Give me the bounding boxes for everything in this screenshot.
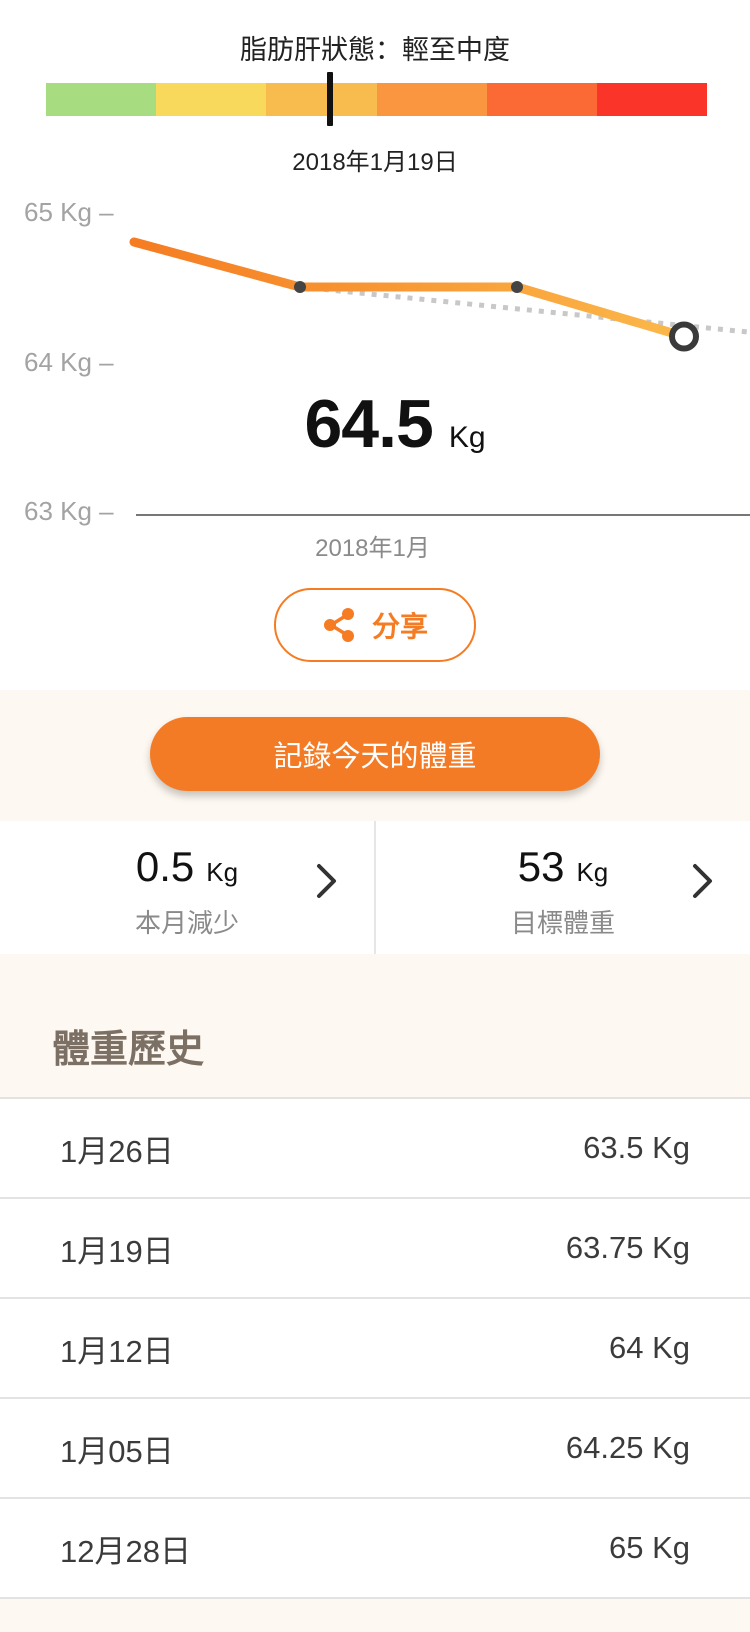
- data-point: [294, 281, 306, 293]
- scale-segment-5: [486, 83, 597, 116]
- history-weight: 63.5 Kg: [583, 1130, 690, 1165]
- current-weight-value: 64.5: [304, 386, 433, 462]
- x-axis-label: 2018年1月: [315, 535, 430, 562]
- month-loss-card[interactable]: 0.5 Kg 本月減少: [0, 821, 374, 954]
- scale-segment-3: [266, 83, 377, 116]
- share-icon: [323, 608, 354, 642]
- history-weight: 64 Kg: [608, 1330, 690, 1365]
- history-row[interactable]: 1月26日 63.5 Kg: [0, 1099, 750, 1199]
- history-weight: 65 Kg: [608, 1530, 690, 1565]
- history-row[interactable]: 1月12日 64 Kg: [0, 1299, 750, 1399]
- scale-segment-2: [156, 83, 267, 116]
- y-tick-64: 64 Kg –: [24, 347, 114, 377]
- history-title: 體重歷史: [52, 1029, 205, 1071]
- history-row[interactable]: 1月19日 63.75 Kg: [0, 1199, 750, 1299]
- history-row[interactable]: 1月05日 64.25 Kg: [0, 1399, 750, 1499]
- scale-segment-1: [46, 83, 157, 116]
- history-date: 12月28日: [60, 1533, 191, 1569]
- y-tick-63: 63 Kg –: [24, 496, 114, 526]
- history-weight: 64.25 Kg: [565, 1430, 690, 1465]
- chevron-right-icon: [693, 864, 712, 898]
- history-date: 1月05日: [60, 1433, 174, 1469]
- weight-series-line: [129, 237, 689, 341]
- data-point: [511, 281, 523, 293]
- scale-marker: [327, 72, 334, 126]
- chevron-right-icon: [317, 864, 336, 898]
- weight-history-list: 1月26日 63.5 Kg 1月19日 63.75 Kg 1月12日 64 Kg…: [0, 1097, 750, 1599]
- top-panel: 脂肪肝狀態：輕至中度 2018年1月19日 65 Kg – 64 Kg – 63…: [0, 0, 750, 690]
- target-weight-label: 目標體重: [510, 908, 615, 938]
- month-loss-unit: Kg: [206, 857, 239, 887]
- share-label: 分享: [371, 611, 428, 642]
- record-weight-button[interactable]: 記錄今天的體重: [150, 717, 600, 791]
- current-weight-unit: Kg: [448, 421, 486, 454]
- history-date: 1月26日: [60, 1133, 174, 1169]
- fatty-liver-status-title: 脂肪肝狀態：輕至中度: [240, 35, 510, 65]
- fatty-liver-scale: [46, 83, 708, 116]
- share-button[interactable]: 分享: [274, 588, 476, 662]
- history-weight: 63.75 Kg: [565, 1230, 690, 1265]
- scale-segment-4: [376, 83, 487, 116]
- stats-row: 0.5 Kg 本月減少 53 Kg 目標體重: [0, 821, 750, 954]
- history-date: 1月12日: [60, 1333, 174, 1369]
- history-date: 1月19日: [60, 1233, 174, 1269]
- status-date: 2018年1月19日: [292, 149, 458, 176]
- scale-segment-6: [596, 83, 708, 116]
- history-row[interactable]: 12月28日 65 Kg: [0, 1499, 750, 1599]
- target-weight-card[interactable]: 53 Kg 目標體重: [374, 821, 750, 954]
- y-tick-65: 65 Kg –: [24, 197, 114, 227]
- current-point: [669, 321, 699, 352]
- month-loss-value: 0.5: [135, 843, 195, 890]
- target-weight-unit: Kg: [576, 857, 609, 887]
- current-weight: 64.5 Kg: [0, 385, 750, 463]
- month-loss-label: 本月減少: [134, 908, 239, 938]
- target-weight-value: 53: [517, 843, 565, 890]
